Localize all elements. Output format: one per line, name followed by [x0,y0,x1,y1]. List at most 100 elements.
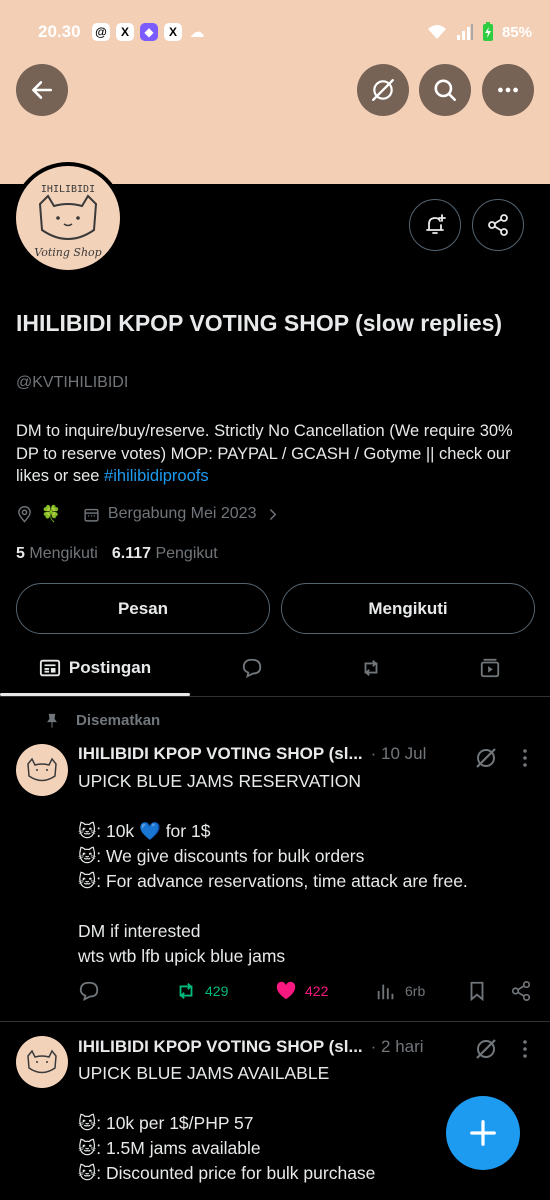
status-bar: 20.30 @ X ◆ X ☁ 85% [0,0,550,60]
post-header: IHILIBIDI KPOP VOTING SHOP (sl... · 10 J… [78,744,426,764]
heart-filled-icon [276,981,296,1000]
bookmark-icon [470,981,484,1002]
following-button[interactable]: Mengikuti [281,583,535,634]
cat-logo [27,757,57,782]
profile-meta: 🍀 Bergabung Mei 2023 [16,504,281,524]
grok-icon[interactable] [474,1037,498,1061]
chevron-right-icon[interactable] [264,506,281,523]
plus-icon [470,1120,496,1146]
share-icon [488,214,508,236]
profile-avatar[interactable]: IHILIBIDI Voting Shop [12,162,124,274]
pin-icon [47,713,57,728]
reposts-icon [364,660,378,676]
followers-link[interactable]: 6.117 Pengikut [112,545,218,563]
more-vertical-icon[interactable] [516,1037,534,1061]
status-time: 20.30 [38,22,81,41]
posts-icon [39,659,60,677]
back-button[interactable] [16,64,68,116]
reply-icon [79,981,99,1001]
bio-hashtag-link[interactable]: #ihilibidiproofs [104,467,209,485]
replies-icon [242,658,262,678]
cloud-icon: ☁ [189,24,205,41]
cat-logo [27,1049,57,1074]
svg-text:IHILIBIDI: IHILIBIDI [41,184,95,195]
profile-tabs: Postingan [0,640,550,697]
grok-icon[interactable] [474,746,498,770]
x-icon: X [116,23,134,41]
post-author[interactable]: IHILIBIDI KPOP VOTING SHOP (sl... [78,1037,363,1057]
status-app-icons: @ X ◆ X ☁ [92,23,206,41]
x-icon: X [164,23,182,41]
post-actions: 429 422 6rb [0,980,550,1010]
svg-text:Voting Shop: Voting Shop [34,246,101,259]
repost-icon [179,983,193,999]
post-avatar[interactable] [16,1036,68,1088]
bio-text: DM to inquire/buy/reserve. Strictly No C… [16,422,513,485]
post-line: UPICK BLUE JAMS RESERVATION [78,771,361,791]
status-right: 85% [426,22,532,42]
post-line: 🐱: For advance reservations, time attack… [78,871,468,891]
avatar-image: IHILIBIDI Voting Shop [16,166,120,270]
views-icon [377,984,394,1000]
tab-replies[interactable] [212,640,292,696]
pinned-label: Disematkan [44,712,160,729]
profile-bio: DM to inquire/buy/reserve. Strictly No C… [16,420,536,488]
post-line [78,794,528,819]
post-line: wts wtb lfb upick blue jams [78,946,286,966]
post-date[interactable]: · 10 Jul [371,744,427,764]
threads-icon: @ [92,23,110,41]
grok-button[interactable] [357,64,409,116]
tab-media[interactable] [450,640,530,696]
joined-date: Bergabung Mei 2023 [107,505,257,522]
battery-icon [482,22,493,41]
bell-plus-icon [426,214,446,234]
post-header: IHILIBIDI KPOP VOTING SHOP (sl... · 2 ha… [78,1037,424,1057]
repost-button[interactable]: 429 [175,980,228,1002]
arrow-left-icon [32,81,52,99]
share-icon [511,981,531,1001]
battery-level: 85% [501,23,532,41]
notify-button[interactable] [409,199,461,251]
more-button[interactable] [482,64,534,116]
share-button[interactable] [510,980,532,1002]
follow-stats: 5 Mengikuti 6.117 Pengikut [16,545,218,563]
location-icon [18,505,31,523]
following-link[interactable]: 5 Mengikuti [16,545,98,563]
location-emoji: 🍀 [41,506,61,523]
wifi-icon [427,25,446,39]
post-line: 🐱: We give discounts for bulk orders [78,846,365,866]
more-horizontal-icon [498,87,518,93]
more-vertical-icon[interactable] [516,746,534,770]
post-body: UPICK BLUE JAMS RESERVATION 🐱: 10k 💙 for… [78,769,528,969]
media-icon [480,658,500,678]
grok-icon [372,79,394,101]
profile-handle: @KVTIHILIBIDI [16,374,129,391]
profile-name: IHILIBIDI KPOP VOTING SHOP (slow replies… [16,310,503,336]
tab-posts[interactable]: Postingan [0,640,190,696]
bookmark-button[interactable] [466,980,488,1002]
like-count: 422 [305,983,329,999]
notification-icon: ◆ [140,23,158,41]
post-author[interactable]: IHILIBIDI KPOP VOTING SHOP (sl... [78,744,363,764]
tab-reposts[interactable] [331,640,411,696]
post-line: UPICK BLUE JAMS AVAILABLE [78,1063,330,1083]
calendar-icon [84,508,99,522]
post-line: DM if interested [78,921,201,941]
tab-posts-label: Postingan [68,658,152,677]
search-button[interactable] [419,64,471,116]
post-line: 🐱: Discounted price for bulk purchase [78,1163,376,1183]
compose-button[interactable] [446,1096,520,1170]
post-date[interactable]: · 2 hari [371,1037,424,1057]
message-button[interactable]: Pesan [16,583,270,634]
repost-count: 429 [205,983,229,999]
post-avatar[interactable] [16,744,68,796]
views-count: 6rb [405,983,426,999]
like-button[interactable]: 422 [275,980,328,1002]
views-button[interactable]: 6rb [375,980,425,1002]
active-tab-indicator [0,693,190,696]
search-icon [434,79,457,102]
reply-button[interactable] [78,980,100,1002]
post-line [78,894,528,919]
post-divider [0,1021,550,1022]
share-profile-button[interactable] [472,199,524,251]
